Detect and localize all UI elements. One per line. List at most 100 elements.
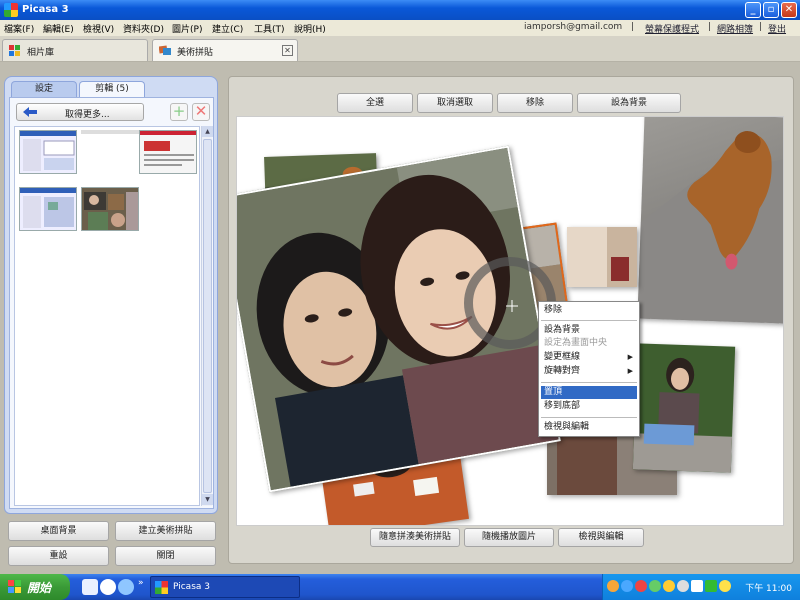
tray-volume-icon[interactable]: [677, 580, 689, 592]
remove-button[interactable]: 移除: [497, 93, 573, 113]
scroll-up-icon[interactable]: ▲: [202, 126, 213, 137]
scroll-down-icon[interactable]: ▼: [202, 494, 213, 505]
ctx-rotate-align-label: 旋轉對齊: [544, 366, 581, 376]
shuffle-collage-button[interactable]: 隨意拼湊美術拼貼: [370, 528, 460, 547]
crosshair-icon: [506, 300, 518, 312]
menu-bar: 檔案(F) 編輯(E) 檢視(V) 資料夾(D) 圖片(P) 建立(C) 工具(…: [0, 20, 800, 36]
select-all-button[interactable]: 全選: [337, 93, 413, 113]
clip-thumbnail[interactable]: [81, 130, 139, 134]
close-tab-icon[interactable]: ✕: [282, 45, 293, 56]
tray-update-icon[interactable]: [705, 580, 717, 592]
scroll-thumb[interactable]: [203, 139, 212, 493]
get-more-label: 取得更多...: [65, 110, 110, 120]
start-button[interactable]: 開始: [0, 574, 70, 600]
random-pictures-button[interactable]: 隨機播放圖片: [464, 528, 554, 547]
menu-edit[interactable]: 編輯(E): [43, 22, 74, 35]
tray-app-icon[interactable]: [649, 580, 661, 592]
ctx-remove[interactable]: 移除: [541, 304, 637, 317]
separator-2: |: [708, 22, 712, 32]
clip-thumbnails: [14, 126, 200, 506]
create-collage-button[interactable]: 建立美術拼貼: [115, 521, 216, 541]
collage-settings-panel: 設定 剪輯 (5) 取得更多... + ✕ ▲ ▼: [4, 76, 218, 514]
tab-library[interactable]: 相片庫: [2, 39, 148, 61]
menu-create[interactable]: 建立(C): [212, 22, 243, 35]
clip-thumbnail[interactable]: [19, 187, 77, 231]
account-email: iamporsh@gmail.com: [524, 22, 623, 32]
remove-clip-icon[interactable]: ✕: [192, 103, 210, 121]
ctx-change-border[interactable]: 變更框線 ▶: [541, 351, 637, 364]
web-albums-link[interactable]: 網路相簿: [717, 22, 753, 35]
back-arrow-icon: [23, 107, 37, 117]
collage-icon: [159, 45, 171, 55]
picasa-app-icon: [4, 3, 18, 17]
main-tab-strip: 相片庫 美術拼貼 ✕: [0, 36, 800, 62]
separator-1: |: [631, 22, 635, 32]
tray-network-icon[interactable]: [621, 580, 633, 592]
logout-link[interactable]: 登出: [768, 22, 786, 35]
menu-help[interactable]: 說明(H): [294, 22, 326, 35]
tray-notify-icon[interactable]: [719, 580, 731, 592]
tab-clips[interactable]: 剪輯 (5): [79, 81, 145, 97]
add-clip-icon[interactable]: +: [170, 103, 188, 121]
app-quicklaunch-icon[interactable]: [100, 579, 116, 595]
taskbar-picasa-button[interactable]: Picasa 3: [150, 576, 300, 598]
ctx-separator: [541, 382, 637, 383]
close-button[interactable]: 關閉: [115, 546, 216, 566]
system-tray: 下午 11:00: [602, 574, 800, 600]
internet-explorer-icon[interactable]: [118, 579, 134, 595]
picasa-taskbar-icon: [155, 581, 168, 594]
taskbar-picasa-label: Picasa 3: [173, 582, 210, 592]
tray-msn-icon[interactable]: [607, 580, 619, 592]
menu-file[interactable]: 檔案(F): [4, 22, 34, 35]
view-edit-button[interactable]: 檢視與編輯: [558, 528, 644, 547]
menu-folder[interactable]: 資料夾(D): [123, 22, 164, 35]
library-icon: [9, 45, 20, 56]
context-menu: 移除 設為背景 設定為畫面中央 變更框線 ▶ 旋轉對齊 ▶ 置頂 移到底部 檢視…: [538, 301, 640, 437]
ctx-change-border-label: 變更框線: [544, 352, 581, 362]
collage-photo-window[interactable]: [567, 227, 637, 287]
tab-library-label: 相片庫: [27, 48, 55, 58]
menu-picture[interactable]: 圖片(P): [172, 22, 202, 35]
menu-tools[interactable]: 工具(T): [254, 22, 285, 35]
clip-thumbnail[interactable]: [19, 130, 77, 174]
ctx-set-background[interactable]: 設為背景: [541, 324, 637, 337]
start-label: 開始: [27, 581, 52, 595]
clips-scrollbar[interactable]: ▲ ▼: [201, 126, 213, 506]
clip-thumbnail[interactable]: [81, 187, 139, 231]
window-title: Picasa 3: [22, 4, 69, 15]
submenu-arrow-icon: ▶: [627, 353, 633, 361]
minimize-button[interactable]: _: [745, 2, 761, 18]
separator-3: |: [759, 22, 763, 32]
clips-pane: 取得更多... + ✕ ▲ ▼: [9, 97, 214, 509]
desktop-background-button[interactable]: 桌面背景: [8, 521, 109, 541]
set-background-button[interactable]: 設為背景: [577, 93, 681, 113]
clip-thumbnail[interactable]: [139, 130, 197, 174]
ctx-view-edit[interactable]: 檢視與編輯: [541, 421, 637, 434]
taskbar: 開始 » Picasa 3 下午 11:00: [0, 574, 800, 600]
title-bar: Picasa 3 _ ▫ ✕: [0, 0, 800, 20]
submenu-arrow-icon: ▶: [627, 367, 633, 375]
ctx-rotate-align[interactable]: 旋轉對齊 ▶: [541, 365, 637, 378]
ctx-set-center[interactable]: 設定為畫面中央: [541, 337, 637, 350]
tray-media-icon[interactable]: [691, 580, 703, 592]
tray-messenger-icon[interactable]: [663, 580, 675, 592]
ctx-separator: [541, 320, 637, 321]
quicklaunch-expand-icon[interactable]: »: [138, 578, 144, 588]
ctx-bring-to-top[interactable]: 置頂: [541, 386, 637, 399]
menu-view[interactable]: 檢視(V): [83, 22, 114, 35]
show-desktop-icon[interactable]: [82, 579, 98, 595]
get-more-button[interactable]: 取得更多...: [16, 103, 144, 121]
screensaver-link[interactable]: 螢幕保護程式: [645, 22, 699, 35]
tray-security-icon[interactable]: [635, 580, 647, 592]
collage-photo-dog[interactable]: [637, 117, 783, 324]
collage-photo-girl-sitting[interactable]: [632, 343, 736, 473]
ctx-send-to-bottom[interactable]: 移到底部: [541, 400, 637, 413]
reset-button[interactable]: 重設: [8, 546, 109, 566]
maximize-button[interactable]: ▫: [763, 2, 779, 18]
close-window-button[interactable]: ✕: [781, 2, 797, 18]
deselect-button[interactable]: 取消選取: [417, 93, 493, 113]
clock: 下午 11:00: [745, 584, 792, 594]
tab-collage[interactable]: 美術拼貼 ✕: [152, 39, 298, 61]
windows-logo-icon: [8, 580, 21, 593]
tab-settings[interactable]: 設定: [11, 81, 77, 97]
